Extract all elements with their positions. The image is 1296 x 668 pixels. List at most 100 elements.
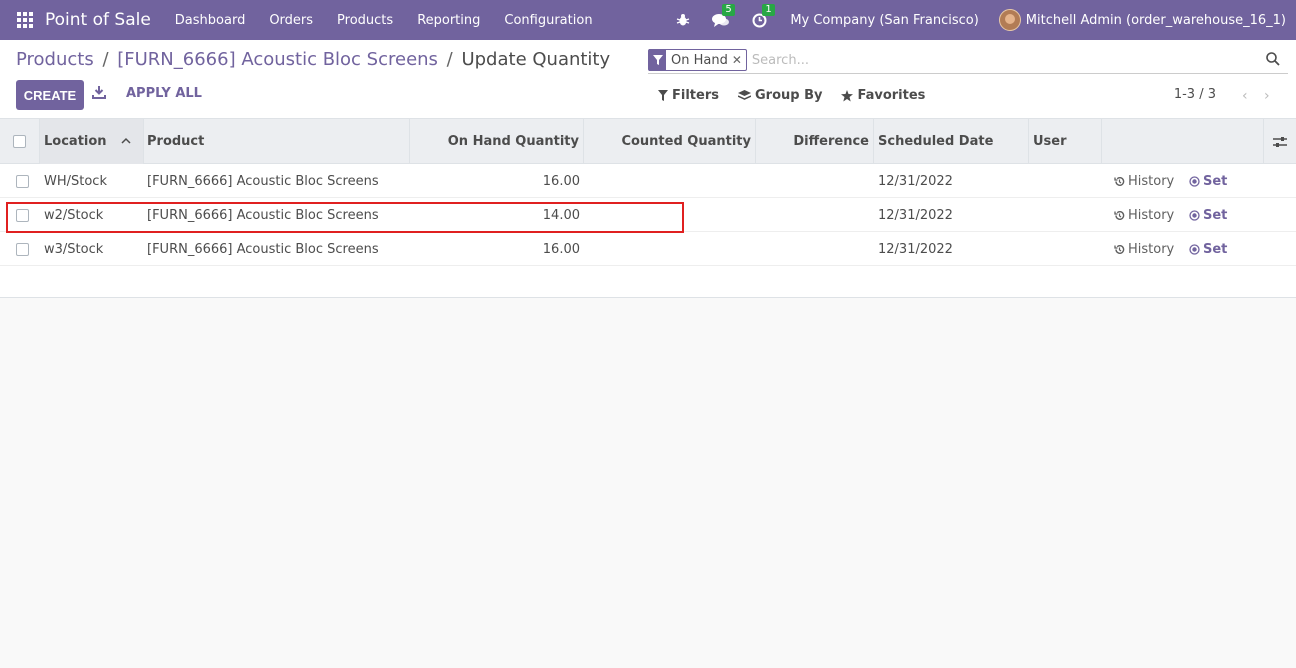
debug-bug-icon[interactable] [676,13,690,27]
menu-reporting[interactable]: Reporting [405,13,492,28]
favorites-label: Favorites [857,88,926,103]
filter-icon [658,90,668,101]
app-brand[interactable]: Point of Sale [45,10,151,30]
column-on-hand[interactable]: On Hand Quantity [410,119,584,164]
favorites-button[interactable]: Favorites [841,88,925,103]
row-checkbox[interactable] [16,174,29,188]
cell-difference[interactable] [756,198,870,232]
set-button[interactable]: Set [1189,198,1227,232]
history-label: History [1128,173,1175,189]
target-icon [1189,175,1200,187]
pager-value[interactable]: 1-3 / 3 [1174,87,1216,102]
target-icon [1189,243,1200,255]
user-menu[interactable]: Mitchell Admin (order_warehouse_16_1) [1026,13,1286,28]
search-options: Filters Group By Favorites [658,88,944,103]
menu-configuration[interactable]: Configuration [492,13,604,28]
set-label: Set [1203,241,1228,257]
target-icon [1189,209,1200,221]
column-scheduled-date[interactable]: Scheduled Date [874,119,1029,164]
column-scheduled-label: Scheduled Date [878,134,994,149]
row-select [16,198,29,232]
user-avatar[interactable] [998,9,1021,31]
cell-difference[interactable] [756,164,870,198]
column-location[interactable]: Location [40,119,144,164]
table-row[interactable]: w2/Stock [FURN_6666] Acoustic Bloc Scree… [0,198,1296,232]
filters-button[interactable]: Filters [658,88,719,103]
download-icon[interactable] [92,85,108,103]
create-button[interactable]: CREATE [16,80,84,110]
facet-remove-icon[interactable]: ✕ [732,53,746,67]
sort-ascending-icon [121,137,131,144]
history-label: History [1128,241,1175,257]
cell-product[interactable]: [FURN_6666] Acoustic Bloc Screens [147,198,379,232]
column-user-label: User [1033,134,1067,149]
cell-on-hand[interactable]: 16.00 [410,232,580,266]
group-by-button[interactable]: Group By [737,88,823,103]
table-header: Location Product On Hand Quantity Counte… [0,119,1296,164]
menu-products[interactable]: Products [325,13,405,28]
company-switcher[interactable]: My Company (San Francisco) [790,13,978,28]
activities-clock-icon[interactable]: 1 [752,3,775,28]
breadcrumb: Products / [FURN_6666] Acoustic Bloc Scr… [16,49,610,70]
apply-all-button[interactable]: APPLY ALL [126,86,202,101]
breadcrumb-products[interactable]: Products [16,49,94,70]
history-label: History [1128,207,1175,223]
cell-location[interactable]: WH/Stock [44,164,107,198]
star-icon [841,89,854,101]
cell-scheduled-date[interactable]: 12/31/2022 [878,164,953,198]
cell-difference[interactable] [756,232,870,266]
pager-previous-icon[interactable]: ‹ [1242,88,1248,104]
set-button[interactable]: Set [1189,164,1227,198]
table-row[interactable]: w3/Stock [FURN_6666] Acoustic Bloc Scree… [0,232,1296,266]
cell-product[interactable]: [FURN_6666] Acoustic Bloc Screens [147,232,379,266]
set-label: Set [1203,207,1228,223]
select-all-checkbox[interactable] [13,135,26,148]
column-difference[interactable]: Difference [756,119,874,164]
select-all-cell [0,119,40,164]
optional-columns-toggle[interactable] [1264,119,1296,164]
messages-icon[interactable]: 5 [712,3,735,28]
search-input[interactable] [751,52,1252,68]
history-button[interactable]: History [1114,198,1174,232]
table-row[interactable]: WH/Stock [FURN_6666] Acoustic Bloc Scree… [0,164,1296,198]
cell-on-hand[interactable]: 14.00 [410,198,580,232]
row-checkbox[interactable] [16,242,29,256]
column-counted[interactable]: Counted Quantity [584,119,756,164]
cell-location[interactable]: w3/Stock [44,232,103,266]
row-select [16,232,29,266]
cell-on-hand[interactable]: 16.00 [410,164,580,198]
cell-scheduled-date[interactable]: 12/31/2022 [878,232,953,266]
filters-label: Filters [672,88,719,103]
history-button[interactable]: History [1114,232,1174,266]
search-facet: On Hand ✕ [648,49,747,71]
breadcrumb-separator: / [440,49,459,70]
cell-product[interactable]: [FURN_6666] Acoustic Bloc Screens [147,164,379,198]
column-user[interactable]: User [1029,119,1102,164]
cell-scheduled-date[interactable]: 12/31/2022 [878,198,953,232]
cell-counted[interactable] [584,198,752,232]
top-navbar: Point of Sale Dashboard Orders Products … [0,0,1296,40]
set-button[interactable]: Set [1189,232,1227,266]
column-on-hand-label: On Hand Quantity [447,134,579,149]
search-bar: On Hand ✕ [648,47,1288,74]
history-icon [1114,244,1125,254]
column-actions [1102,119,1264,164]
row-select [16,164,29,198]
cell-counted[interactable] [584,164,752,198]
cell-location[interactable]: w2/Stock [44,198,103,232]
menu-orders[interactable]: Orders [257,13,325,28]
quant-list: Location Product On Hand Quantity Counte… [0,119,1296,298]
group-by-label: Group By [754,88,823,103]
column-product[interactable]: Product [144,119,410,164]
apps-menu-icon[interactable] [17,12,33,28]
breadcrumb-product[interactable]: [FURN_6666] Acoustic Bloc Screens [117,49,438,70]
menu-dashboard[interactable]: Dashboard [163,13,258,28]
row-checkbox[interactable] [16,208,29,222]
history-button[interactable]: History [1114,164,1174,198]
pager-next-icon[interactable]: › [1264,88,1270,104]
sliders-icon [1273,136,1287,147]
search-icon[interactable] [1266,52,1280,70]
column-counted-label: Counted Quantity [621,134,751,149]
set-label: Set [1203,173,1228,189]
cell-counted[interactable] [584,232,752,266]
